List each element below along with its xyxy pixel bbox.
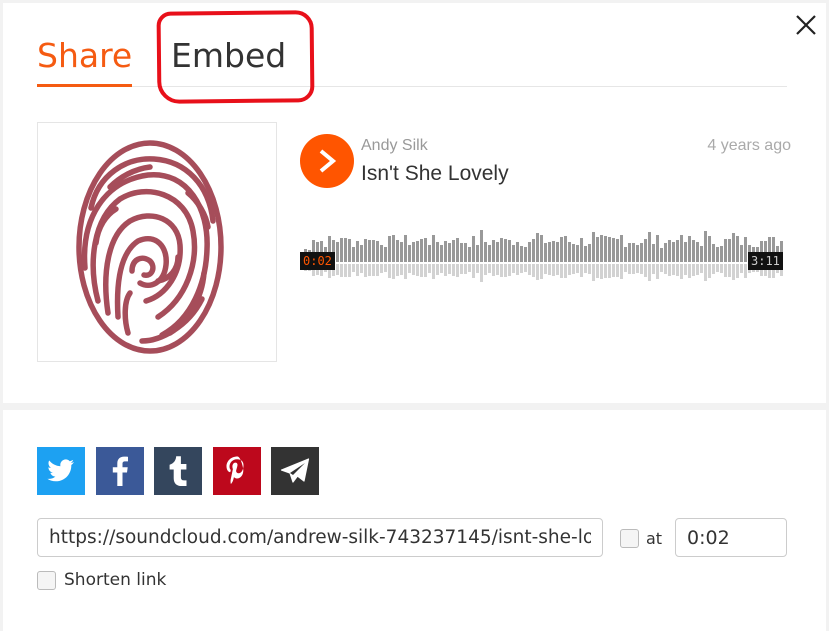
share-twitter-button[interactable]: [37, 447, 85, 495]
shorten-link-label: Shorten link: [64, 570, 167, 590]
start-time-input[interactable]: [675, 518, 787, 557]
share-pinterest-button[interactable]: [213, 447, 261, 495]
fingerprint-image: [76, 140, 224, 354]
posted-time: 4 years ago: [707, 137, 791, 154]
share-facebook-button[interactable]: [96, 447, 144, 495]
play-icon: [319, 149, 337, 173]
close-button[interactable]: [789, 8, 823, 42]
start-at-label: at: [646, 529, 663, 548]
tab-embed[interactable]: Embed: [171, 34, 286, 78]
tumblr-icon: [169, 456, 187, 486]
tab-bar: Share Embed: [37, 34, 787, 87]
artist-name[interactable]: Andy Silk: [361, 137, 428, 155]
close-icon: [796, 15, 816, 35]
track-duration: 3:11: [748, 252, 783, 270]
facebook-icon: [112, 456, 128, 486]
share-tumblr-button[interactable]: [154, 447, 202, 495]
share-url-input[interactable]: [37, 518, 603, 557]
telegram-icon: [280, 458, 310, 483]
tab-share[interactable]: Share: [37, 34, 133, 87]
play-button[interactable]: [300, 134, 354, 188]
share-telegram-button[interactable]: [271, 447, 319, 495]
pinterest-icon: [226, 456, 244, 484]
track-artwork[interactable]: [37, 122, 277, 362]
waveform[interactable]: [300, 208, 787, 298]
current-time: 0:02: [300, 252, 335, 270]
start-at-checkbox[interactable]: [620, 529, 639, 548]
track-title[interactable]: Isn't She Lovely: [361, 162, 509, 186]
shorten-link-checkbox[interactable]: [37, 571, 56, 590]
twitter-icon: [47, 459, 74, 482]
